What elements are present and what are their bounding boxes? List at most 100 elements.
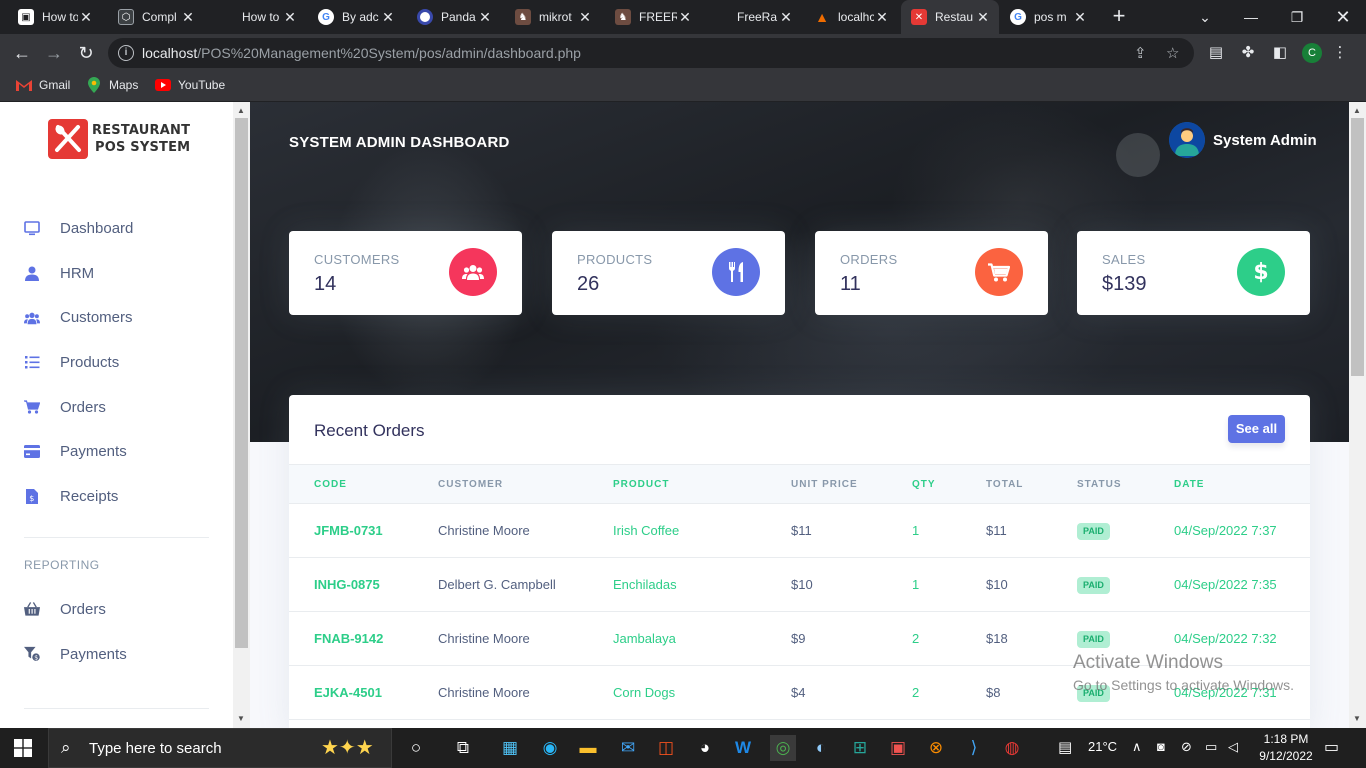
- chevron-up-icon[interactable]: ∧: [1132, 739, 1142, 755]
- temperature[interactable]: 21°C: [1088, 739, 1117, 754]
- minimize-button[interactable]: —: [1228, 0, 1274, 34]
- scroll-up-arrow-icon[interactable]: ▲: [1353, 106, 1361, 115]
- back-button[interactable]: ←: [10, 41, 34, 65]
- browser-tab-active[interactable]: ✕ Restau ✕: [901, 0, 999, 34]
- order-code[interactable]: JFMB-0731: [314, 523, 383, 538]
- tab-close-icon[interactable]: ✕: [477, 9, 493, 26]
- xampp-icon[interactable]: ⊗: [923, 735, 949, 761]
- extension-icon[interactable]: ▤: [1206, 43, 1226, 63]
- word-icon[interactable]: W: [730, 735, 756, 761]
- tab-close-icon[interactable]: ✕: [975, 9, 991, 26]
- network-app-icon[interactable]: ⊞: [847, 735, 873, 761]
- column-header[interactable]: CUSTOMER: [438, 479, 503, 490]
- tab-close-icon[interactable]: ✕: [874, 9, 890, 26]
- order-code[interactable]: FNAB-9142: [314, 631, 383, 646]
- close-window-button[interactable]: ✕: [1320, 0, 1366, 34]
- sidebar-item-customers[interactable]: Customers: [0, 295, 233, 340]
- column-header[interactable]: DATE: [1174, 479, 1204, 490]
- scroll-down-arrow-icon[interactable]: ▼: [1353, 714, 1361, 723]
- browser-tab[interactable]: ▲ localhc ✕: [796, 0, 898, 34]
- sidebar-item-orders[interactable]: Orders: [0, 385, 233, 430]
- sidebar-item-dashboard[interactable]: Dashboard: [0, 206, 233, 251]
- bookmark-star-icon[interactable]: ☆: [1166, 44, 1179, 62]
- windows-start-button[interactable]: [14, 739, 32, 757]
- tab-search-button[interactable]: ⌄: [1182, 0, 1228, 34]
- menu-icon[interactable]: ⋮: [1330, 43, 1350, 63]
- task-view-icon[interactable]: ⧉: [450, 735, 476, 761]
- camera-icon[interactable]: ◙: [1157, 739, 1165, 754]
- sidebar-item-payments[interactable]: Payments: [0, 429, 233, 474]
- side-panel-icon[interactable]: ◧: [1270, 43, 1290, 63]
- order-code[interactable]: EJKA-4501: [314, 685, 382, 700]
- see-all-button[interactable]: See all: [1228, 415, 1285, 443]
- column-header[interactable]: CODE: [314, 479, 347, 490]
- browser-tab[interactable]: FreeRa ✕: [702, 0, 802, 34]
- sidebar-item-reporting-orders[interactable]: Orders: [0, 587, 233, 632]
- notification-icon[interactable]: ▭: [1324, 737, 1339, 757]
- tab-close-icon[interactable]: ✕: [1072, 9, 1088, 26]
- bookmark-maps[interactable]: Maps: [86, 77, 138, 93]
- browser-tab[interactable]: ♞ FREER ✕: [597, 0, 701, 34]
- column-header[interactable]: TOTAL: [986, 479, 1023, 490]
- tab-close-icon[interactable]: ✕: [380, 9, 396, 26]
- edge-dev-icon[interactable]: ◐: [808, 735, 834, 761]
- office-icon[interactable]: ◫: [653, 735, 679, 761]
- browser-tab[interactable]: Panda ✕: [399, 0, 501, 34]
- sidebar-item-products[interactable]: Products: [0, 340, 233, 385]
- bookmark-youtube[interactable]: YouTube: [155, 78, 225, 92]
- github-icon[interactable]: ◕: [692, 735, 718, 761]
- forward-button[interactable]: →: [42, 41, 66, 65]
- share-icon[interactable]: ⇪: [1134, 44, 1147, 62]
- reload-button[interactable]: ↻: [74, 41, 98, 65]
- column-header[interactable]: QTY: [912, 479, 936, 490]
- edge-icon[interactable]: ◉: [537, 735, 563, 761]
- puzzle-icon[interactable]: ✤: [1238, 43, 1258, 63]
- tab-close-icon[interactable]: ✕: [180, 9, 196, 26]
- column-header[interactable]: PRODUCT: [613, 479, 669, 490]
- restore-button[interactable]: ❐: [1274, 0, 1320, 34]
- image-app-icon[interactable]: ▣: [885, 735, 911, 761]
- scroll-up-arrow-icon[interactable]: ▲: [237, 106, 245, 115]
- chrome-icon[interactable]: ◎: [770, 735, 796, 761]
- scroll-down-arrow-icon[interactable]: ▼: [237, 714, 245, 723]
- vscode-icon[interactable]: ⟩: [961, 735, 987, 761]
- site-info-icon[interactable]: i: [118, 45, 134, 61]
- tab-close-icon[interactable]: ✕: [78, 9, 94, 26]
- tab-close-icon[interactable]: ✕: [778, 9, 794, 26]
- user-menu[interactable]: System Admin: [1116, 122, 1317, 177]
- store-icon[interactable]: ▦: [497, 735, 523, 761]
- battery-icon[interactable]: ▭: [1205, 739, 1217, 755]
- browser-tab[interactable]: How to ✕: [206, 0, 306, 34]
- file-explorer-icon[interactable]: ▬: [575, 735, 601, 761]
- tab-close-icon[interactable]: ✕: [577, 9, 593, 26]
- network-icon[interactable]: ⊘: [1181, 739, 1192, 755]
- browser-tab[interactable]: ⬡ Compl ✕: [100, 0, 204, 34]
- browser-tab[interactable]: ♞ mikrot ✕: [497, 0, 601, 34]
- clock[interactable]: 1:18 PM 9/12/2022: [1256, 731, 1316, 765]
- weather-icon[interactable]: ▤: [1058, 738, 1072, 756]
- browser-tab[interactable]: G By adc ✕: [300, 0, 404, 34]
- volume-icon[interactable]: ◁: [1228, 739, 1238, 755]
- bookmark-gmail[interactable]: Gmail: [16, 78, 70, 92]
- order-code[interactable]: INHG-0875: [314, 577, 380, 592]
- browser-tab[interactable]: ▣ How to ✕: [0, 0, 102, 34]
- browser-tab[interactable]: G pos m ✕: [992, 0, 1096, 34]
- column-header[interactable]: STATUS: [1077, 479, 1122, 490]
- profile-avatar[interactable]: C: [1302, 43, 1322, 63]
- column-header[interactable]: UNIT PRICE: [791, 479, 858, 490]
- cortana-icon[interactable]: ○: [403, 735, 429, 761]
- sidebar-item-hrm[interactable]: HRM: [0, 251, 233, 296]
- page-scrollbar[interactable]: ▲ ▼: [1349, 102, 1366, 728]
- mail-icon[interactable]: ✉: [615, 735, 641, 761]
- sidebar-scrollbar[interactable]: ▲ ▼: [233, 102, 250, 728]
- tab-close-icon[interactable]: ✕: [282, 9, 298, 26]
- tab-close-icon[interactable]: ✕: [677, 9, 693, 26]
- address-bar[interactable]: i localhost/POS%20Management%20System/po…: [108, 38, 1194, 68]
- new-tab-button[interactable]: +: [1108, 5, 1130, 28]
- scrollbar-thumb[interactable]: [235, 118, 248, 648]
- brand-logo[interactable]: RESTAURANT POS SYSTEM: [48, 119, 190, 159]
- taskbar-search[interactable]: ⌕ Type here to search ★✦★: [48, 728, 392, 768]
- scrollbar-thumb[interactable]: [1351, 118, 1364, 376]
- sidebar-item-reporting-payments[interactable]: $ Payments: [0, 632, 233, 677]
- app-icon[interactable]: ◍: [999, 735, 1025, 761]
